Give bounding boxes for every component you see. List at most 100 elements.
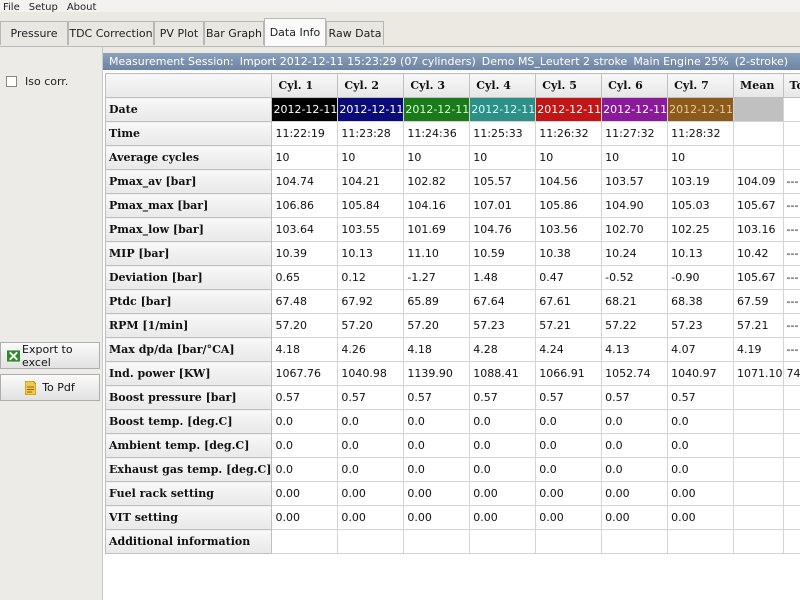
- table-cell[interactable]: 103.16: [733, 217, 784, 242]
- table-cell[interactable]: [782, 505, 800, 530]
- table-cell[interactable]: 0.57: [601, 385, 669, 410]
- table-cell[interactable]: 103.55: [337, 217, 405, 242]
- table-cell[interactable]: 4.19: [733, 337, 784, 362]
- table-cell[interactable]: 107.01: [469, 193, 537, 218]
- table-cell[interactable]: ---: [782, 337, 800, 362]
- date-cell[interactable]: [733, 97, 784, 122]
- table-cell[interactable]: 10: [469, 145, 537, 170]
- table-cell[interactable]: [782, 145, 800, 170]
- table-cell[interactable]: 11:22:19: [271, 121, 339, 146]
- table-cell[interactable]: ---: [782, 241, 800, 266]
- table-cell[interactable]: 4.28: [469, 337, 537, 362]
- tab-tdc-correction[interactable]: TDC Correction: [68, 21, 154, 45]
- table-cell[interactable]: 0.00: [601, 505, 669, 530]
- table-cell[interactable]: 11:25:33: [469, 121, 537, 146]
- table-cell[interactable]: 0.0: [601, 409, 669, 434]
- table-cell[interactable]: 11.10: [403, 241, 471, 266]
- table-cell[interactable]: 104.16: [403, 193, 471, 218]
- column-header-cyl-2[interactable]: Cyl. 2: [337, 73, 405, 98]
- table-cell[interactable]: 105.67: [733, 193, 784, 218]
- table-cell[interactable]: 10: [667, 145, 735, 170]
- table-cell[interactable]: [733, 457, 784, 482]
- column-header-cyl-5[interactable]: Cyl. 5: [535, 73, 603, 98]
- table-cell[interactable]: [601, 529, 669, 554]
- table-cell[interactable]: 11:23:28: [337, 121, 405, 146]
- table-cell[interactable]: 10: [601, 145, 669, 170]
- table-cell[interactable]: 10.38: [535, 241, 603, 266]
- date-cell[interactable]: 2012-12-11: [271, 97, 339, 122]
- iso-corr-row[interactable]: Iso corr.: [6, 74, 68, 88]
- iso-corr-checkbox[interactable]: [6, 75, 17, 87]
- date-cell[interactable]: 2012-12-11: [667, 97, 735, 122]
- table-cell[interactable]: 0.00: [337, 481, 405, 506]
- tab-pressure-plot[interactable]: Pressure Plot: [0, 21, 68, 64]
- table-cell[interactable]: 57.23: [469, 313, 537, 338]
- table-cell[interactable]: 105.86: [535, 193, 603, 218]
- table-cell[interactable]: [271, 529, 339, 554]
- table-cell[interactable]: 67.64: [469, 289, 537, 314]
- table-cell[interactable]: [782, 409, 800, 434]
- table-cell[interactable]: ---: [782, 313, 800, 338]
- table-cell[interactable]: 65.89: [403, 289, 471, 314]
- table-cell[interactable]: 0.00: [403, 481, 471, 506]
- table-cell[interactable]: 0.0: [337, 409, 405, 434]
- table-cell[interactable]: 11:26:32: [535, 121, 603, 146]
- table-cell[interactable]: [733, 481, 784, 506]
- table-cell[interactable]: 0.0: [337, 433, 405, 458]
- column-header-cyl-7[interactable]: Cyl. 7: [667, 73, 735, 98]
- menu-setup[interactable]: Setup: [26, 3, 64, 13]
- table-cell[interactable]: 105.57: [469, 169, 537, 194]
- table-cell[interactable]: 10.24: [601, 241, 669, 266]
- table-cell[interactable]: 4.07: [667, 337, 735, 362]
- table-cell[interactable]: [782, 529, 800, 554]
- table-cell[interactable]: 0.0: [667, 433, 735, 458]
- table-cell[interactable]: 104.56: [535, 169, 603, 194]
- table-cell[interactable]: 10.42: [733, 241, 784, 266]
- date-cell[interactable]: [782, 97, 800, 122]
- table-cell[interactable]: ---: [782, 289, 800, 314]
- table-cell[interactable]: 57.21: [535, 313, 603, 338]
- column-header-cyl-3[interactable]: Cyl. 3: [403, 73, 471, 98]
- table-cell[interactable]: 1.48: [469, 265, 537, 290]
- table-cell[interactable]: 0.65: [271, 265, 339, 290]
- table-cell[interactable]: -0.90: [667, 265, 735, 290]
- table-cell[interactable]: 10: [535, 145, 603, 170]
- table-cell[interactable]: 57.22: [601, 313, 669, 338]
- table-cell[interactable]: 104.09: [733, 169, 784, 194]
- table-cell[interactable]: 0.57: [535, 385, 603, 410]
- table-cell[interactable]: -1.27: [403, 265, 471, 290]
- table-cell[interactable]: 68.21: [601, 289, 669, 314]
- table-cell[interactable]: 1040.97: [667, 361, 735, 386]
- to-pdf-button[interactable]: To Pdf: [0, 374, 100, 401]
- table-cell[interactable]: 0.00: [337, 505, 405, 530]
- table-cell[interactable]: 4.13: [601, 337, 669, 362]
- table-cell[interactable]: 1040.98: [337, 361, 405, 386]
- table-cell[interactable]: 104.90: [601, 193, 669, 218]
- table-cell[interactable]: [733, 409, 784, 434]
- table-cell[interactable]: 0.00: [535, 481, 603, 506]
- table-cell[interactable]: 57.20: [337, 313, 405, 338]
- table-cell[interactable]: 4.18: [271, 337, 339, 362]
- table-cell[interactable]: 10.13: [667, 241, 735, 266]
- table-cell[interactable]: 0.57: [337, 385, 405, 410]
- table-cell[interactable]: 10.13: [337, 241, 405, 266]
- table-cell[interactable]: 0.00: [667, 505, 735, 530]
- table-cell[interactable]: [782, 121, 800, 146]
- table-cell[interactable]: 0.0: [337, 457, 405, 482]
- table-cell[interactable]: 0.57: [271, 385, 339, 410]
- date-cell[interactable]: 2012-12-11: [337, 97, 405, 122]
- table-cell[interactable]: 11:28:32: [667, 121, 735, 146]
- table-cell[interactable]: 1052.74: [601, 361, 669, 386]
- table-cell[interactable]: 10: [403, 145, 471, 170]
- table-cell[interactable]: 67.92: [337, 289, 405, 314]
- export-excel-button[interactable]: Export to excel: [0, 342, 100, 369]
- table-cell[interactable]: 103.64: [271, 217, 339, 242]
- table-cell[interactable]: 0.00: [469, 505, 537, 530]
- menu-about[interactable]: About: [64, 3, 103, 13]
- table-cell[interactable]: 1088.41: [469, 361, 537, 386]
- table-cell[interactable]: 0.00: [271, 505, 339, 530]
- table-cell[interactable]: 57.21: [733, 313, 784, 338]
- table-cell[interactable]: 0.0: [403, 433, 471, 458]
- table-cell[interactable]: 0.0: [403, 457, 471, 482]
- table-cell[interactable]: 104.21: [337, 169, 405, 194]
